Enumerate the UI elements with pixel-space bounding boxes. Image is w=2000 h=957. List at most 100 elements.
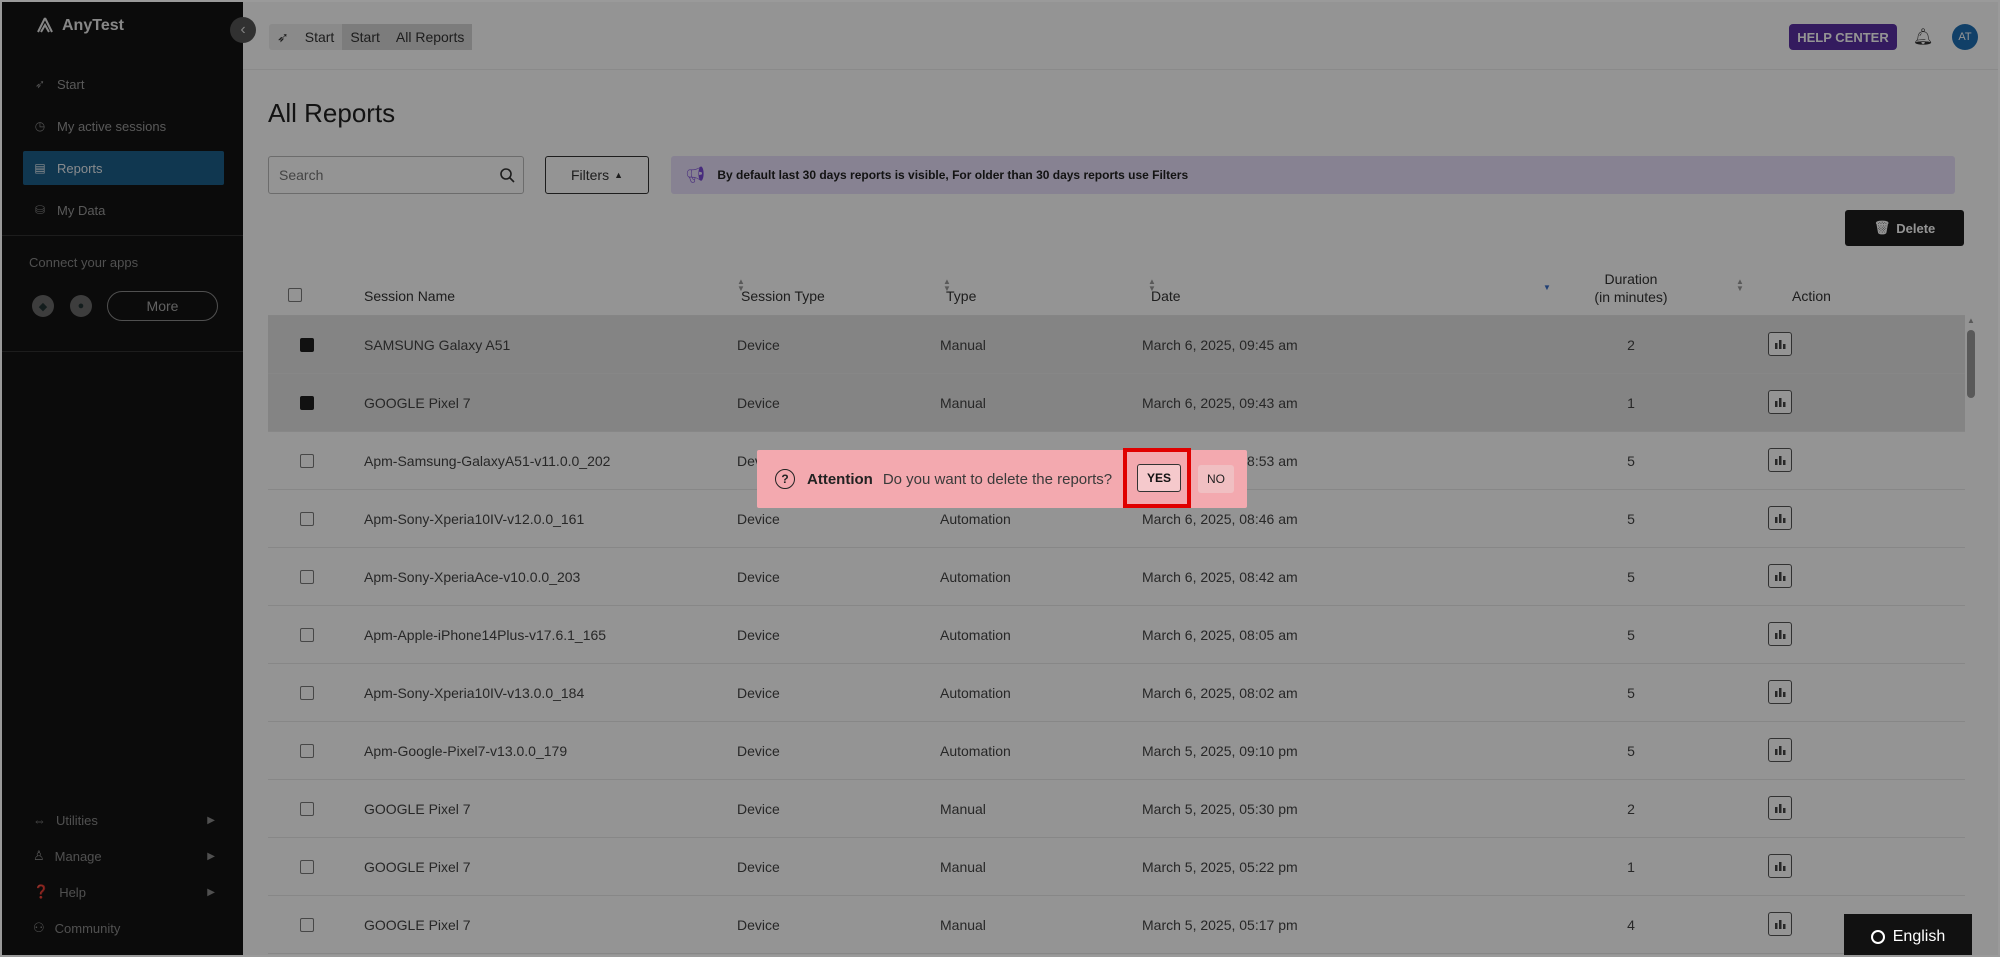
delete-button[interactable]: 🗑︎ Delete [1845, 210, 1964, 246]
session-type-cell: Device [737, 859, 780, 875]
search-input[interactable] [269, 157, 479, 193]
table-row[interactable]: Apm-Sony-XperiaAce-v10.0.0_203 Device Auto… [268, 548, 1965, 606]
table-row[interactable]: GOOGLE Pixel 7 Device Manual March 5, 2025,… [268, 838, 1965, 896]
row-checkbox[interactable] [300, 570, 314, 584]
row-checkbox[interactable] [300, 338, 314, 352]
yes-button[interactable]: YES [1137, 464, 1181, 492]
sidebar: AnyTest ➶ Start ◷ My active sessions ▤ R… [2, 2, 243, 955]
view-report-button[interactable] [1768, 332, 1792, 356]
row-checkbox[interactable] [300, 860, 314, 874]
type-cell: Manual [940, 859, 986, 875]
app-integration-icon[interactable]: ● [70, 295, 92, 317]
report-chart-icon [1775, 630, 1786, 639]
breadcrumb-home-icon[interactable]: ➶ [269, 24, 297, 50]
session-name-cell: GOOGLE Pixel 7 [364, 801, 471, 817]
view-report-button[interactable] [1768, 564, 1792, 588]
report-chart-icon [1775, 688, 1786, 697]
filters-button[interactable]: Filters ▲ [545, 156, 649, 194]
select-all-checkbox[interactable] [288, 288, 302, 302]
col-date[interactable]: Date [1151, 288, 1181, 304]
table-row[interactable]: GOOGLE Pixel 7 Device Manual March 5, 2025,… [268, 780, 1965, 838]
sidebar-item-manage[interactable]: ♙ Manage ▶ [33, 844, 215, 868]
row-checkbox[interactable] [300, 918, 314, 932]
row-checkbox[interactable] [300, 454, 314, 468]
type-cell: Automation [940, 743, 1011, 759]
table-row[interactable]: GOOGLE Pixel 7 Device Manual March 6, 2025,… [268, 374, 1965, 432]
col-type[interactable]: Type [946, 288, 976, 304]
type-cell: Manual [940, 801, 986, 817]
help-icon: ❓ [33, 884, 50, 899]
view-report-button[interactable] [1768, 680, 1792, 704]
view-report-button[interactable] [1768, 854, 1792, 878]
table-row[interactable]: GOOGLE Pixel 7 Device Manual March 5, 2025,… [268, 896, 1965, 954]
sidebar-divider [2, 351, 243, 352]
report-chart-icon [1775, 456, 1786, 465]
table-row[interactable]: SAMSUNG Galaxy A51 Device Manual March 6, 2… [268, 316, 1965, 374]
table-scrollbar[interactable]: ▲ [1965, 316, 1977, 955]
avatar[interactable]: AT [1952, 24, 1978, 50]
notification-bell-icon[interactable]: 🔔︎ [1912, 26, 1934, 48]
sidebar-item-help[interactable]: ❓ Help ▶ [33, 880, 215, 904]
col-session-type[interactable]: Session Type [741, 288, 825, 304]
date-cell: March 6, 2025, 08:42 am [1142, 569, 1298, 585]
row-checkbox[interactable] [300, 396, 314, 410]
type-cell: Automation [940, 569, 1011, 585]
sidebar-item-start[interactable]: ➶ Start [23, 67, 224, 101]
row-checkbox[interactable] [300, 512, 314, 526]
row-checkbox[interactable] [300, 744, 314, 758]
view-report-button[interactable] [1768, 622, 1792, 646]
sidebar-item-utilities[interactable]: ⇔ Utilities ▶ [33, 808, 215, 832]
caret-right-icon: ▶ [207, 850, 215, 862]
type-cell: Manual [940, 917, 986, 933]
collapse-sidebar-button[interactable]: ‹ [230, 17, 256, 43]
sort-icon[interactable]: ▲ ▼ [1736, 278, 1744, 293]
duration-cell: 5 [1627, 511, 1635, 527]
col-action: Action [1792, 288, 1831, 304]
breadcrumb-start-2[interactable]: Start [342, 24, 388, 50]
duration-cell: 5 [1627, 569, 1635, 585]
breadcrumb-all-reports: All Reports [387, 24, 473, 50]
session-type-cell: Device [737, 685, 780, 701]
view-report-button[interactable] [1768, 738, 1792, 762]
row-checkbox[interactable] [300, 686, 314, 700]
date-cell: March 6, 2025, 08:46 am [1142, 511, 1298, 527]
breadcrumb-start[interactable]: Start [297, 24, 343, 50]
sidebar-item-active-sessions[interactable]: ◷ My active sessions [23, 109, 224, 143]
view-report-button[interactable] [1768, 912, 1792, 936]
col-session-name[interactable]: Session Name [364, 288, 455, 304]
session-type-cell: Device [737, 801, 780, 817]
rocket-icon: ➶ [34, 77, 46, 91]
scroll-up-icon[interactable]: ▲ [1967, 316, 1975, 325]
view-report-button[interactable] [1768, 390, 1792, 414]
language-button[interactable]: English [1844, 914, 1972, 955]
sidebar-item-community[interactable]: ⚇ Community [33, 916, 213, 940]
view-report-button[interactable] [1768, 448, 1792, 472]
sort-desc-icon[interactable]: ▼ [1543, 284, 1551, 292]
help-center-button[interactable]: HELP CENTER [1789, 24, 1897, 50]
table-row[interactable]: Apm-Sony-Xperia10IV-v13.0.0_184 Device Aut… [268, 664, 1965, 722]
anytest-logo-icon [37, 17, 53, 33]
row-checkbox[interactable] [300, 802, 314, 816]
view-report-button[interactable] [1768, 506, 1792, 530]
session-name-cell: SAMSUNG Galaxy A51 [364, 337, 511, 353]
scrollbar-thumb[interactable] [1967, 330, 1975, 398]
page-title: All Reports [268, 98, 396, 128]
more-apps-button[interactable]: More [107, 291, 218, 321]
search-icon[interactable] [499, 167, 515, 183]
no-button[interactable]: NO [1198, 465, 1234, 493]
col-duration[interactable]: Duration (in minutes) [1581, 270, 1681, 306]
table-row[interactable]: Apm-Google-Pixel7-v13.0.0_179 Device Autom… [268, 722, 1965, 780]
sidebar-item-label: Start [57, 76, 85, 92]
view-report-button[interactable] [1768, 796, 1792, 820]
duration-cell: 5 [1627, 685, 1635, 701]
report-chart-icon [1775, 804, 1786, 813]
sidebar-item-reports[interactable]: ▤ Reports [23, 151, 224, 185]
row-checkbox[interactable] [300, 628, 314, 642]
session-name-cell: GOOGLE Pixel 7 [364, 859, 471, 875]
report-chart-icon [1775, 398, 1786, 407]
session-type-cell: Device [737, 743, 780, 759]
table-row[interactable]: Apm-Apple-iPhone14Plus-v17.6.1_165 Device… [268, 606, 1965, 664]
sidebar-item-my-data[interactable]: ⛁ My Data [23, 193, 224, 227]
dialog-title: Attention [807, 470, 873, 488]
jira-app-icon[interactable]: ◆ [32, 295, 54, 317]
